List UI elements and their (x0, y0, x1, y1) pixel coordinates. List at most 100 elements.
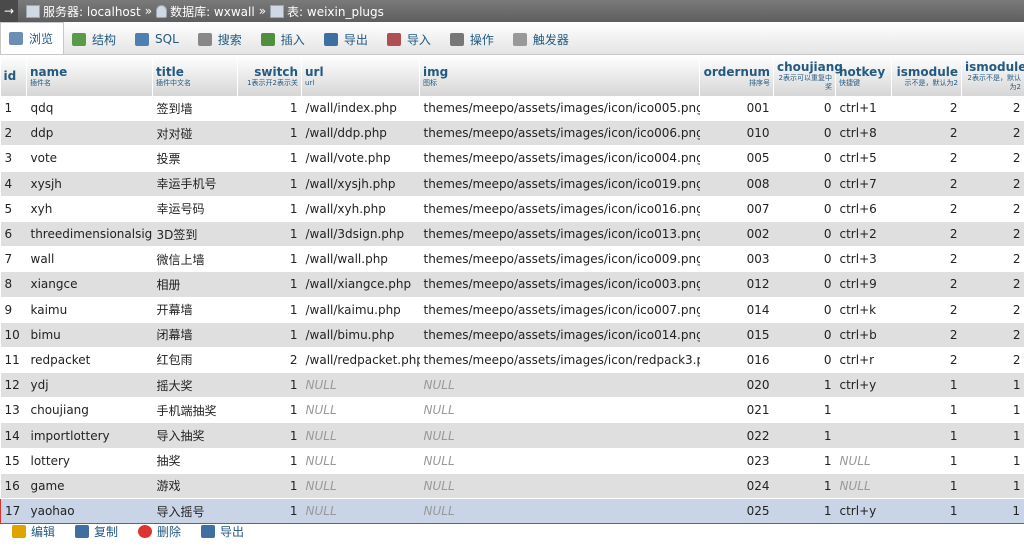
cell-id[interactable]: 14 (0, 422, 27, 449)
cell-title[interactable]: 游戏 (152, 473, 238, 500)
cell-title[interactable]: 投票 (152, 145, 238, 172)
cell-img[interactable]: themes/meepo/assets/images/icon/ico009.p… (419, 246, 700, 273)
cell-m2[interactable]: 1 (961, 448, 1024, 474)
cell-ordernum[interactable]: 001 (699, 96, 774, 122)
cell-m1[interactable]: 2 (891, 145, 962, 172)
cell-id[interactable]: 15 (0, 448, 27, 474)
cell-m1[interactable]: 2 (891, 347, 962, 374)
cell-hotkey[interactable]: ctrl+3 (835, 246, 892, 273)
breadcrumb-table[interactable]: 表: weixin_plugs (287, 3, 384, 20)
cell-m1[interactable]: 2 (891, 297, 962, 323)
cell-choujiang[interactable]: 0 (773, 246, 836, 273)
cell-name[interactable]: xysjh (26, 171, 153, 197)
cell-choujiang[interactable]: 0 (773, 145, 836, 172)
cell-hotkey[interactable] (835, 397, 892, 424)
cell-choujiang[interactable]: 0 (773, 271, 836, 298)
cell-hotkey[interactable]: NULL (835, 448, 892, 474)
cell-title[interactable]: 手机端抽奖 (152, 397, 238, 424)
cell-url[interactable]: /wall/redpacket.php (301, 347, 420, 374)
cell-ordernum[interactable]: 003 (699, 246, 774, 273)
cell-url[interactable]: /wall/xyh.php (301, 196, 420, 222)
cell-m1[interactable]: 2 (891, 246, 962, 273)
cell-id[interactable]: 9 (0, 297, 27, 323)
cell-name[interactable]: ddp (26, 120, 153, 147)
cell-img[interactable]: themes/meepo/assets/images/icon/ico019.p… (419, 171, 700, 197)
column-header-ismodule[interactable]: ismodule 示不是，默认为2 (891, 56, 962, 96)
cell-img[interactable]: themes/meepo/assets/images/icon/ico013.p… (419, 221, 700, 248)
table-row[interactable]: 16 game 游戏 1 NULL NULL 024 1 NULL 1 1 (0, 473, 1024, 500)
cell-m1[interactable]: 2 (891, 322, 962, 348)
cell-ordernum[interactable]: 012 (699, 271, 774, 298)
cell-id[interactable]: 16 (0, 473, 27, 500)
cell-url[interactable]: /wall/xysjh.php (301, 171, 420, 197)
cell-hotkey[interactable]: ctrl+2 (835, 221, 892, 248)
cell-title[interactable]: 开幕墙 (152, 297, 238, 323)
cell-ordernum[interactable]: 008 (699, 171, 774, 197)
breadcrumb-database[interactable]: 数据库: wxwall (170, 3, 255, 20)
cell-switch[interactable]: 1 (237, 145, 302, 172)
column-header-ordernum[interactable]: ordernum 排序号 (699, 56, 774, 96)
cell-hotkey[interactable]: ctrl+y (835, 372, 892, 399)
cell-ordernum[interactable]: 014 (699, 297, 774, 323)
table-row[interactable]: 1 qdq 签到墙 1/wall/index.php themes/meepo/asse… (0, 96, 1024, 122)
cell-img[interactable]: NULL (419, 397, 700, 424)
cell-name[interactable]: vote (26, 145, 153, 172)
cell-m1[interactable]: 1 (891, 473, 962, 500)
cell-ordernum[interactable]: 010 (699, 120, 774, 147)
cell-m2[interactable]: 2 (961, 297, 1024, 323)
cell-id[interactable]: 5 (0, 196, 27, 222)
cell-m2[interactable]: 1 (961, 372, 1024, 399)
column-header-hotkey[interactable]: hotkey 快捷键 (835, 56, 892, 96)
cell-url[interactable]: /wall/wall.php (301, 246, 420, 273)
cell-choujiang[interactable]: 0 (773, 171, 836, 197)
cell-switch[interactable]: 1 (237, 221, 302, 248)
cell-switch[interactable]: 1 (237, 422, 302, 449)
action-pencil[interactable]: 编辑 (12, 523, 55, 540)
cell-ordernum[interactable]: 016 (699, 347, 774, 374)
column-header-ismodule[interactable]: ismodule 2表示不是，默认为2 (961, 56, 1024, 96)
cell-url[interactable]: /wall/ddp.php (301, 120, 420, 147)
breadcrumb-server[interactable]: 服务器: localhost (43, 3, 141, 20)
cell-hotkey[interactable] (835, 422, 892, 449)
cell-m1[interactable]: 2 (891, 120, 962, 147)
cell-m2[interactable]: 2 (961, 145, 1024, 172)
cell-switch[interactable]: 1 (237, 397, 302, 424)
cell-title[interactable]: 相册 (152, 271, 238, 298)
cell-ordernum[interactable]: 020 (699, 372, 774, 399)
cell-switch[interactable]: 1 (237, 322, 302, 348)
tab-export[interactable]: 导出 (316, 24, 379, 54)
tab-trigger[interactable]: 触发器 (505, 24, 580, 54)
table-row[interactable]: 13 choujiang 手机端抽奖 1 NULL NULL 021 1 1 1 (0, 397, 1024, 424)
cell-m2[interactable]: 2 (961, 271, 1024, 298)
table-row[interactable]: 3 vote 投票 1/wall/vote.php themes/meepo/asset… (0, 145, 1024, 172)
cell-switch[interactable]: 1 (237, 297, 302, 323)
cell-m2[interactable]: 2 (961, 246, 1024, 273)
cell-hotkey[interactable]: ctrl+k (835, 297, 892, 323)
cell-ordernum[interactable]: 007 (699, 196, 774, 222)
cell-switch[interactable]: 1 (237, 271, 302, 298)
cell-m2[interactable]: 2 (961, 171, 1024, 197)
cell-id[interactable]: 7 (0, 246, 27, 273)
column-header-url[interactable]: url url (301, 56, 420, 96)
cell-ordernum[interactable]: 002 (699, 221, 774, 248)
cell-hotkey[interactable]: NULL (835, 473, 892, 500)
tab-sql[interactable]: SQL (127, 24, 190, 54)
cell-switch[interactable]: 1 (237, 473, 302, 500)
cell-id[interactable]: 11 (0, 347, 27, 374)
cell-name[interactable]: importlottery (26, 422, 153, 449)
cell-img[interactable]: NULL (419, 372, 700, 399)
cell-img[interactable]: themes/meepo/assets/images/icon/ico006.p… (419, 120, 700, 147)
cell-name[interactable]: bimu (26, 322, 153, 348)
table-row[interactable]: 2 ddp 对对碰 1/wall/ddp.php themes/meepo/assets… (0, 120, 1024, 147)
collapse-arrow-icon[interactable]: → (0, 0, 18, 22)
table-row[interactable]: 4 xysjh 幸运手机号 1/wall/xysjh.php themes/meepo/… (0, 171, 1024, 197)
tab-structure[interactable]: 结构 (64, 24, 127, 54)
cell-switch[interactable]: 1 (237, 171, 302, 197)
cell-name[interactable]: qdq (26, 96, 153, 122)
cell-hotkey[interactable]: ctrl+r (835, 347, 892, 374)
cell-m2[interactable]: 2 (961, 120, 1024, 147)
cell-hotkey[interactable]: ctrl+1 (835, 96, 892, 122)
cell-id[interactable]: 10 (0, 322, 27, 348)
cell-img[interactable]: themes/meepo/assets/images/icon/ico014.p… (419, 322, 700, 348)
table-row[interactable]: 10 bimu 闭幕墙 1/wall/bimu.php themes/meepo/ass… (0, 322, 1024, 348)
